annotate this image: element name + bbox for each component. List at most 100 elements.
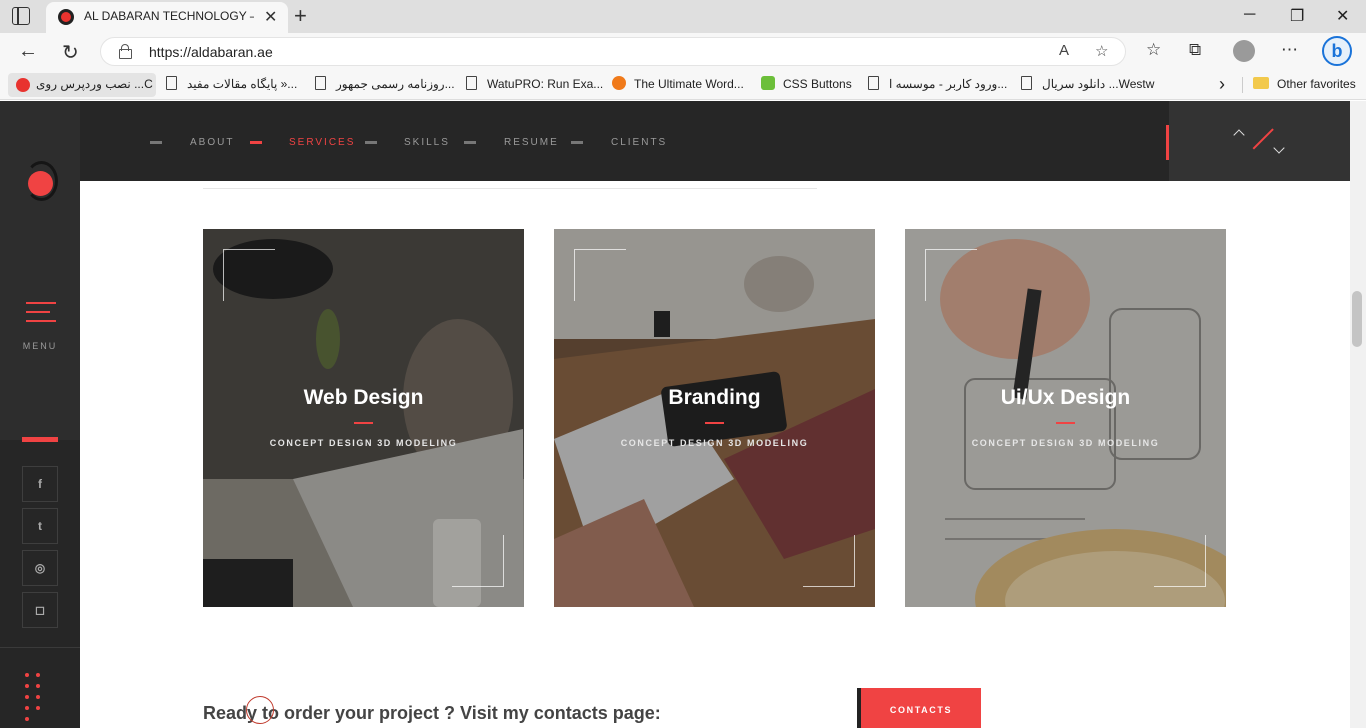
favorites-icon[interactable]: ☆ bbox=[1146, 40, 1161, 60]
favorite-item[interactable]: دانلود سریال ...Westw bbox=[1021, 73, 1154, 97]
contacts-button[interactable]: CONTACTS bbox=[857, 688, 981, 728]
favorite-item[interactable]: نصب وردپرس روی ...C bbox=[8, 73, 156, 97]
nav-separator bbox=[571, 141, 583, 144]
read-aloud-icon[interactable]: A bbox=[1059, 42, 1069, 59]
web-page: MENU f t ◎ ◻ ABOUT SERVICES SKILLS RESUM… bbox=[0, 101, 1366, 728]
top-navigation: ABOUT SERVICES SKILLS RESUME CLIENTS bbox=[80, 101, 1169, 181]
favorite-item[interactable]: ورود کاربر - موسسه ا... bbox=[868, 73, 1007, 97]
hamburger-menu-icon[interactable] bbox=[26, 302, 56, 329]
favorite-label: The Ultimate Word... bbox=[634, 77, 744, 91]
bing-icon[interactable]: b bbox=[1322, 36, 1352, 66]
favorite-label: WatuPRO: Run Exa... bbox=[487, 77, 604, 91]
new-tab-button[interactable]: + bbox=[294, 3, 307, 29]
dribbble-icon[interactable]: ◎ bbox=[22, 550, 58, 586]
doc-icon bbox=[466, 76, 477, 90]
favorites-bar: نصب وردپرس روی ...C پایگاه مقالات مفید »… bbox=[0, 69, 1366, 100]
address-bar-row: ← ↻ https://aldabaran.ae A ☆ ☆ ⧉ ⋯ b bbox=[0, 33, 1366, 69]
slash-divider bbox=[1252, 128, 1274, 150]
close-tab-icon[interactable]: ✕ bbox=[264, 7, 277, 27]
favorite-item[interactable]: روزنامه رسمی جمهور... bbox=[315, 73, 455, 97]
section-divider bbox=[203, 188, 817, 189]
nav-item-skills[interactable]: SKILLS bbox=[404, 137, 450, 148]
close-window-icon[interactable]: ✕ bbox=[1336, 6, 1349, 26]
service-subtitle: CONCEPT DESIGN 3D MODELING bbox=[971, 438, 1160, 448]
favorite-item[interactable]: پایگاه مقالات مفید »... bbox=[166, 73, 297, 97]
nav-separator bbox=[150, 141, 162, 144]
more-icon[interactable]: ⋯ bbox=[1281, 40, 1298, 60]
browser-tab[interactable]: AL DABARAN TECHNOLOGY – Di ✕ bbox=[46, 2, 288, 33]
reload-icon[interactable]: ↻ bbox=[62, 40, 79, 65]
wp-red-icon bbox=[16, 78, 30, 92]
menu-label[interactable]: MENU bbox=[0, 341, 80, 351]
corner-frame bbox=[452, 535, 504, 587]
service-subtitle: CONCEPT DESIGN 3D MODELING bbox=[269, 438, 458, 448]
chevron-right-icon[interactable]: › bbox=[1219, 73, 1225, 97]
corner-frame bbox=[1154, 535, 1206, 587]
dots-grid-icon[interactable] bbox=[25, 673, 57, 728]
left-sidebar: MENU f t ◎ ◻ bbox=[0, 101, 80, 728]
service-title: Ui/Ux Design bbox=[1000, 386, 1131, 409]
service-subtitle: CONCEPT DESIGN 3D MODELING bbox=[620, 438, 809, 448]
favorite-item[interactable]: WatuPRO: Run Exa... bbox=[466, 73, 603, 97]
service-card-branding[interactable]: Branding CONCEPT DESIGN 3D MODELING bbox=[554, 229, 875, 607]
other-favorites[interactable]: Other favorites bbox=[1253, 73, 1356, 97]
maximize-icon[interactable]: ❐ bbox=[1290, 6, 1304, 26]
nav-separator bbox=[464, 141, 476, 144]
chevron-up-icon[interactable] bbox=[1233, 129, 1245, 141]
page-scrollbar[interactable] bbox=[1350, 101, 1366, 728]
doc-icon bbox=[166, 76, 177, 90]
instagram-icon[interactable]: ◻ bbox=[22, 592, 58, 628]
sidebar-accent-bar bbox=[22, 437, 58, 442]
tab-actions-icon[interactable] bbox=[12, 7, 30, 25]
favorite-label: ورود کاربر - موسسه ا... bbox=[889, 77, 1008, 91]
lock-icon[interactable] bbox=[119, 44, 132, 59]
title-rule bbox=[354, 422, 373, 424]
service-card-web-design[interactable]: Web Design CONCEPT DESIGN 3D MODELING bbox=[203, 229, 524, 607]
twitter-icon[interactable]: t bbox=[22, 508, 58, 544]
scrollbar-thumb[interactable] bbox=[1352, 291, 1362, 347]
doc-icon bbox=[315, 76, 326, 90]
facebook-icon[interactable]: f bbox=[22, 466, 58, 502]
address-field[interactable]: https://aldabaran.ae A ☆ bbox=[100, 37, 1126, 66]
nav-item-resume[interactable]: RESUME bbox=[504, 137, 559, 148]
title-rule bbox=[1056, 422, 1075, 424]
nav-separator bbox=[365, 141, 377, 144]
favorite-label: CSS Buttons bbox=[783, 77, 852, 91]
favorite-label: دانلود سریال ...Westw bbox=[1042, 77, 1155, 91]
collections-icon[interactable]: ⧉ bbox=[1189, 40, 1201, 60]
corner-frame bbox=[223, 249, 275, 301]
section-arrows bbox=[1169, 101, 1350, 181]
nav-separator-active bbox=[250, 141, 262, 144]
minimize-icon[interactable]: ─ bbox=[1244, 6, 1255, 24]
folder-icon bbox=[1253, 77, 1269, 89]
corner-frame bbox=[574, 249, 626, 301]
add-favorite-icon[interactable]: ☆ bbox=[1095, 42, 1108, 60]
other-favorites-label: Other favorites bbox=[1277, 77, 1356, 91]
service-title: Branding bbox=[668, 386, 761, 409]
corner-frame bbox=[925, 249, 977, 301]
orange-icon bbox=[612, 76, 626, 90]
favorite-item[interactable]: CSS Buttons bbox=[761, 73, 852, 97]
green-icon bbox=[761, 76, 775, 90]
favorite-item[interactable]: The Ultimate Word... bbox=[612, 73, 744, 97]
url-text[interactable]: https://aldabaran.ae bbox=[149, 44, 273, 60]
favorites-divider bbox=[1242, 77, 1243, 93]
browser-tab-bar: AL DABARAN TECHNOLOGY – Di ✕ + ─ ❐ ✕ bbox=[0, 0, 1366, 33]
tab-title: AL DABARAN TECHNOLOGY – Di bbox=[84, 9, 254, 23]
cursor-highlight bbox=[246, 696, 274, 724]
back-icon[interactable]: ← bbox=[18, 40, 38, 63]
chevron-down-icon[interactable] bbox=[1273, 142, 1285, 154]
profile-avatar[interactable] bbox=[1233, 40, 1255, 62]
doc-icon bbox=[868, 76, 879, 90]
nav-item-services[interactable]: SERVICES bbox=[289, 137, 355, 148]
nav-item-about[interactable]: ABOUT bbox=[190, 137, 234, 148]
nav-item-clients[interactable]: CLIENTS bbox=[611, 137, 667, 148]
corner-frame bbox=[803, 535, 855, 587]
doc-icon bbox=[1021, 76, 1032, 90]
favorite-label: نصب وردپرس روی ...C bbox=[36, 77, 153, 91]
sidebar-divider bbox=[0, 647, 80, 648]
favorite-label: پایگاه مقالات مفید »... bbox=[187, 77, 298, 91]
site-logo[interactable] bbox=[24, 151, 58, 201]
title-rule bbox=[705, 422, 724, 424]
service-card-uiux-design[interactable]: Ui/Ux Design CONCEPT DESIGN 3D MODELING bbox=[905, 229, 1226, 607]
